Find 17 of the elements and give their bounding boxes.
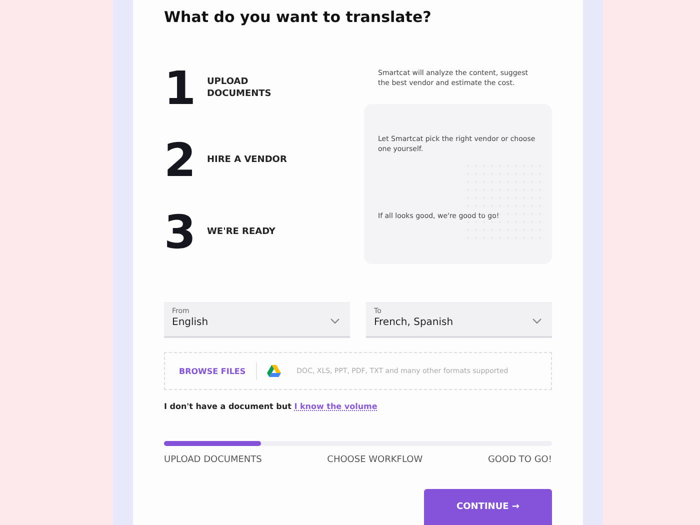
chevron-down-icon — [532, 318, 542, 324]
browse-files-button[interactable]: BROWSE FILES — [179, 366, 246, 376]
step-number: 1 — [164, 65, 198, 111]
progress-step-label: GOOD TO GO! — [488, 455, 552, 465]
step-label: UPLOAD DOCUMENTS — [207, 76, 272, 100]
step-label: HIRE A VENDOR — [207, 154, 288, 166]
continue-button[interactable]: CONTINUE → — [424, 489, 552, 525]
progress-step-label: UPLOAD DOCUMENTS — [164, 455, 262, 465]
chevron-down-icon — [330, 318, 340, 324]
drive-icon — [266, 365, 281, 377]
step-number: 2 — [164, 137, 198, 183]
volume-link[interactable]: I know the volume — [294, 402, 378, 411]
progress-step-label: CHOOSE WORKFLOW — [327, 455, 423, 465]
step-label: WE'RE READY — [207, 226, 276, 238]
page-title: What do you want to translate? — [164, 8, 432, 28]
volume-text: I don't have a document but I know the volume — [164, 402, 378, 411]
step-number: 3 — [164, 209, 198, 255]
